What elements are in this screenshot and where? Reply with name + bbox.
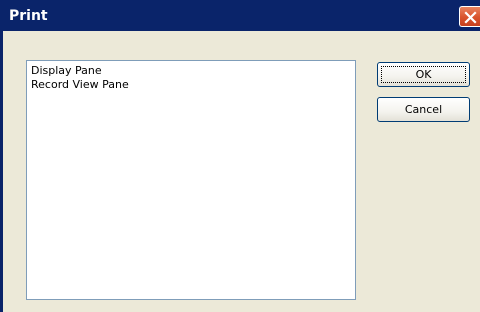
list-item-display-pane[interactable]: Display Pane [31,64,355,78]
pane-listbox[interactable]: Display Pane Record View Pane [26,60,356,300]
cancel-button[interactable]: Cancel [377,97,470,122]
close-button[interactable] [459,6,480,27]
list-item-record-view-pane[interactable]: Record View Pane [31,78,355,92]
window-title: Print [9,8,48,24]
ok-button-label: OK [381,66,466,83]
ok-button[interactable]: OK [377,62,470,87]
print-dialog: Print Display Pane Record View Pane OK C… [0,0,480,312]
title-bar[interactable]: Print [0,0,480,31]
window-frame-left [0,31,3,312]
